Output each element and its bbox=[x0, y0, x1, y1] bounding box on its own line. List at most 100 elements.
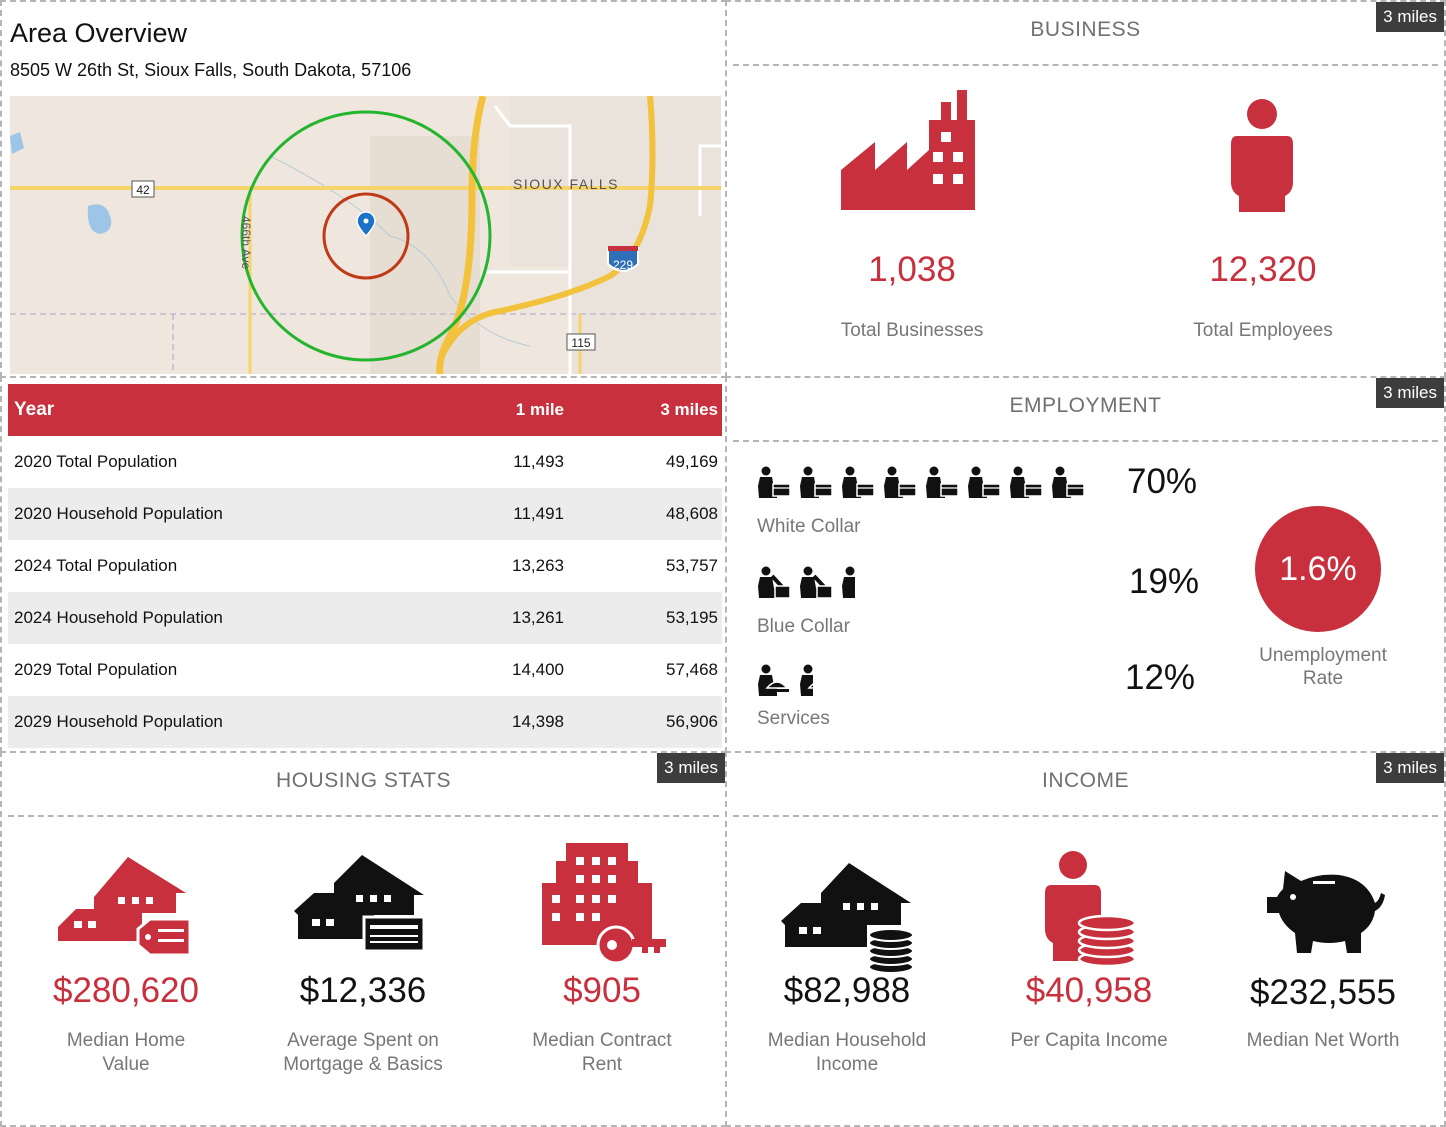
blue-worker-icon bbox=[800, 566, 833, 598]
table-row: 2029 Total Population 14,400 57,468 bbox=[8, 644, 722, 696]
service-worker-icon bbox=[800, 664, 813, 696]
white-collar-label: White Collar bbox=[757, 516, 861, 537]
total-employees-stat: 12,320 Total Employees bbox=[1163, 82, 1363, 352]
white-worker-icon bbox=[1010, 466, 1043, 498]
table-row: 2029 Household Population 14,398 56,906 bbox=[8, 696, 722, 748]
row-1-mile: 14,398 bbox=[512, 712, 564, 731]
services-row: 12% Services bbox=[757, 658, 1207, 734]
table-row: 2024 Total Population 13,263 53,757 bbox=[8, 540, 722, 592]
header-3-miles: 3 miles bbox=[660, 400, 718, 419]
median-household-income-label: Median Household Income bbox=[747, 1029, 947, 1077]
table-row: 2020 Household Population 11,491 48,608 bbox=[8, 488, 722, 540]
label-line1: Median Home bbox=[66, 1030, 186, 1051]
table-row: 2024 Household Population 13,261 53,195 bbox=[8, 592, 722, 644]
white-worker-icon bbox=[842, 466, 875, 498]
white-worker-icon bbox=[884, 466, 917, 498]
white-worker-icon bbox=[1052, 466, 1085, 498]
blue-collar-pct: 19% bbox=[1129, 562, 1200, 601]
white-collar-pct: 70% bbox=[1127, 462, 1198, 501]
factory-icon bbox=[841, 90, 975, 210]
total-businesses-label: Total Businesses bbox=[840, 320, 984, 341]
median-home-value-label: Median Home Value bbox=[26, 1029, 226, 1077]
row-1-mile: 13,263 bbox=[512, 556, 564, 575]
median-household-income-stat: $82,988 Median Household Income bbox=[747, 843, 947, 1123]
row-1-mile: 11,491 bbox=[513, 504, 564, 523]
radius-badge: 3 miles bbox=[657, 753, 725, 783]
employment-panel: EMPLOYMENT 3 miles 70% White Collar 19% … bbox=[725, 376, 1446, 753]
route-42-label: 42 bbox=[136, 183, 150, 197]
blue-collar-label: Blue Collar bbox=[757, 616, 850, 637]
population-table: Year 1 mile 3 miles 2020 Total Populatio… bbox=[8, 384, 722, 748]
row-3-miles: 49,169 bbox=[666, 452, 718, 471]
business-panel: BUSINESS 3 miles 1,038 Total Businesses … bbox=[725, 0, 1446, 378]
row-1-mile: 14,400 bbox=[512, 660, 564, 679]
total-businesses-value: 1,038 bbox=[868, 250, 956, 289]
route-115-label: 115 bbox=[571, 336, 590, 350]
row-1-mile: 11,493 bbox=[513, 452, 564, 471]
median-home-value-value: $280,620 bbox=[53, 971, 199, 1010]
services-label: Services bbox=[757, 708, 830, 729]
row-3-miles: 53,757 bbox=[666, 556, 718, 575]
row-label: 2024 Household Population bbox=[14, 608, 223, 627]
median-net-worth-label: Median Net Worth bbox=[1223, 1029, 1423, 1053]
unemployment-rate-label: Unemployment Rate bbox=[1233, 644, 1413, 690]
person-coins-icon bbox=[1045, 851, 1137, 968]
total-employees-value: 12,320 bbox=[1209, 250, 1317, 289]
income-panel: INCOME 3 miles $82,988 Median Household … bbox=[725, 751, 1446, 1127]
white-worker-icon bbox=[800, 466, 833, 498]
row-1-mile: 13,261 bbox=[512, 608, 564, 627]
radius-badge: 3 miles bbox=[1376, 378, 1444, 408]
per-capita-income-label: Per Capita Income bbox=[989, 1029, 1189, 1053]
per-capita-income-stat: $40,958 Per Capita Income bbox=[989, 843, 1189, 1123]
services-pct: 12% bbox=[1125, 658, 1196, 697]
divider bbox=[733, 64, 1438, 66]
median-contract-rent-label: Median Contract Rent bbox=[502, 1029, 702, 1077]
radius-badge: 3 miles bbox=[1376, 2, 1444, 32]
house-coins-icon bbox=[781, 863, 914, 973]
row-label: 2029 Household Population bbox=[14, 712, 223, 731]
median-contract-rent-value: $905 bbox=[563, 971, 641, 1010]
header-1-mile: 1 mile bbox=[515, 400, 564, 419]
area-map[interactable]: 42 115 229 SIOUX FALLS 466th Ave bbox=[10, 96, 721, 374]
white-worker-icon bbox=[758, 466, 791, 498]
row-label: 2020 Total Population bbox=[14, 452, 178, 471]
row-3-miles: 56,906 bbox=[666, 712, 718, 731]
label-line1: Median Contract bbox=[532, 1030, 672, 1051]
mortgage-basics-value: $12,336 bbox=[299, 971, 427, 1010]
mortgage-basics-label: Average Spent on Mortgage & Basics bbox=[258, 1029, 468, 1077]
person-icon bbox=[1231, 99, 1293, 212]
unemployment-rate-circle: 1.6% bbox=[1255, 506, 1381, 632]
label-line2: Mortgage & Basics bbox=[283, 1054, 443, 1075]
table-header-row: Year 1 mile 3 miles bbox=[8, 384, 722, 436]
median-contract-rent-stat: $905 Median Contract Rent bbox=[502, 843, 702, 1123]
housing-title: HOUSING STATS bbox=[276, 769, 451, 792]
services-icons bbox=[757, 664, 821, 696]
table-row: 2020 Total Population 11,493 49,169 bbox=[8, 436, 722, 488]
interstate-229-label: 229 bbox=[613, 258, 633, 272]
address-text: 8505 W 26th St, Sioux Falls, South Dakot… bbox=[10, 60, 412, 80]
blue-worker-icon bbox=[842, 566, 855, 598]
piggy-bank-icon bbox=[1267, 871, 1385, 953]
label-line2: Value bbox=[102, 1054, 150, 1075]
row-3-miles: 48,608 bbox=[666, 504, 718, 523]
per-capita-income-value: $40,958 bbox=[1025, 971, 1153, 1010]
blue-collar-row: 19% Blue Collar bbox=[757, 562, 1207, 637]
row-label: 2020 Household Population bbox=[14, 504, 223, 523]
label-line2: Rent bbox=[581, 1054, 623, 1075]
area-overview-panel: Area Overview 8505 W 26th St, Sioux Fall… bbox=[0, 0, 727, 378]
divider bbox=[8, 815, 719, 817]
white-collar-row: 70% White Collar bbox=[757, 462, 1207, 537]
row-label: 2024 Total Population bbox=[14, 556, 178, 575]
divider bbox=[733, 440, 1438, 442]
white-collar-icons bbox=[757, 466, 1093, 498]
total-businesses-stat: 1,038 Total Businesses bbox=[807, 82, 1017, 352]
radius-badge: 3 miles bbox=[1376, 753, 1444, 783]
service-worker-icon bbox=[758, 664, 789, 696]
city-label: SIOUX FALLS bbox=[513, 176, 619, 192]
mortgage-basics-stat: $12,336 Average Spent on Mortgage & Basi… bbox=[258, 843, 468, 1123]
median-net-worth-value: $232,555 bbox=[1250, 973, 1396, 1012]
row-3-miles: 53,195 bbox=[666, 608, 718, 627]
median-household-income-value: $82,988 bbox=[783, 971, 911, 1010]
housing-panel: HOUSING STATS 3 miles $280,620 Median Ho… bbox=[0, 751, 727, 1127]
page-title: Area Overview bbox=[10, 18, 188, 48]
